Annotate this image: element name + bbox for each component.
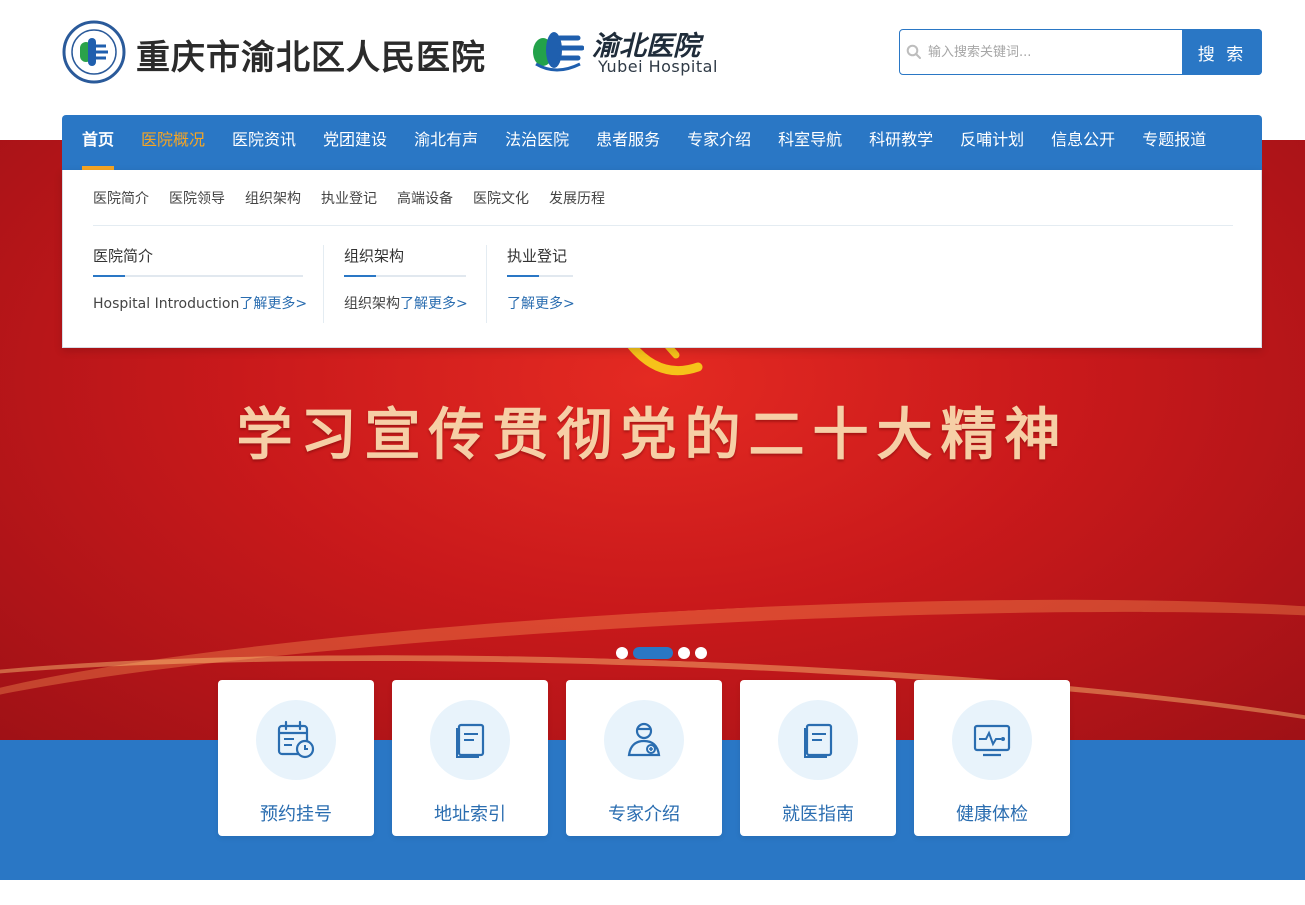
column-desc-text: Hospital Introduction bbox=[93, 296, 240, 312]
guide-book-icon bbox=[804, 723, 833, 758]
carousel-dot[interactable] bbox=[695, 647, 707, 659]
card-label: 预约挂号 bbox=[260, 804, 332, 825]
column-underline bbox=[507, 275, 573, 277]
nav-item-research[interactable]: 科研教学 bbox=[856, 115, 947, 170]
logo-english-name: Yubei Hospital bbox=[598, 57, 718, 76]
sub-link-leadership[interactable]: 医院领导 bbox=[169, 188, 225, 208]
nav-item-news[interactable]: 医院资讯 bbox=[219, 115, 310, 170]
hospital-name: 重庆市渝北区人民医院 bbox=[136, 38, 486, 78]
card-label: 地址索引 bbox=[434, 804, 506, 825]
site-header: 重庆市渝北区人民医院 渝北医院 Yubei Hospital 搜 索 bbox=[0, 0, 1305, 115]
document-icon bbox=[456, 723, 485, 758]
column-title: 执业登记 bbox=[507, 247, 568, 265]
carousel-dot[interactable] bbox=[616, 647, 628, 659]
hospital-logo-mark-icon bbox=[533, 32, 584, 72]
quick-link-address[interactable]: 地址索引 bbox=[392, 680, 548, 836]
sub-link-culture[interactable]: 医院文化 bbox=[473, 188, 529, 208]
search-input[interactable] bbox=[928, 36, 1178, 68]
calendar-clock-icon bbox=[277, 720, 315, 759]
dropdown-sub-links: 医院简介 医院领导 组织架构 执业登记 高端设备 医院文化 发展历程 bbox=[93, 188, 605, 208]
dropdown-divider bbox=[93, 225, 1233, 226]
column-underline bbox=[344, 275, 466, 277]
quick-links: 预约挂号 地址索引 专家介绍 就医指南 健康体检 bbox=[218, 680, 1070, 836]
nav-item-experts[interactable]: 专家介绍 bbox=[674, 115, 765, 170]
quick-link-appointment[interactable]: 预约挂号 bbox=[218, 680, 374, 836]
sub-link-equipment[interactable]: 高端设备 bbox=[397, 188, 453, 208]
column-underline bbox=[93, 275, 303, 277]
nav-item-rule-of-law[interactable]: 法治医院 bbox=[492, 115, 583, 170]
quick-link-experts[interactable]: 专家介绍 bbox=[566, 680, 722, 836]
nav-item-disclosure[interactable]: 信息公开 bbox=[1038, 115, 1129, 170]
hospital-seal-icon[interactable] bbox=[62, 20, 126, 84]
card-icon-circle bbox=[430, 700, 510, 780]
carousel-dot[interactable] bbox=[678, 647, 690, 659]
search-button[interactable]: 搜 索 bbox=[1182, 29, 1262, 75]
nav-item-feedback-plan[interactable]: 反哺计划 bbox=[947, 115, 1038, 170]
nav-item-special-reports[interactable]: 专题报道 bbox=[1129, 115, 1220, 170]
card-icon-circle bbox=[952, 700, 1032, 780]
search-icon bbox=[906, 44, 921, 59]
column-description: 了解更多> bbox=[507, 293, 575, 313]
carousel-dots bbox=[616, 647, 707, 659]
card-icon-circle bbox=[604, 700, 684, 780]
dropdown-column-registration: 执业登记 了解更多> bbox=[507, 245, 575, 313]
card-label: 健康体检 bbox=[956, 804, 1028, 825]
nav-item-patient-service[interactable]: 患者服务 bbox=[583, 115, 674, 170]
dropdown-column-introduction: 医院简介 Hospital Introduction了解更多> bbox=[93, 245, 307, 313]
nav-item-home[interactable]: 首页 bbox=[62, 115, 128, 170]
column-separator bbox=[486, 245, 487, 323]
column-title: 组织架构 bbox=[344, 247, 405, 265]
banner-title: 学习宣传贯彻党的二十大精神 bbox=[236, 402, 1069, 468]
monitor-pulse-icon bbox=[973, 724, 1011, 757]
main-nav: 首页 医院概况 医院资讯 党团建设 渝北有声 法治医院 患者服务 专家介绍 科室… bbox=[62, 115, 1262, 170]
quick-link-guide[interactable]: 就医指南 bbox=[740, 680, 896, 836]
sub-link-history[interactable]: 发展历程 bbox=[549, 188, 605, 208]
nav-item-voice[interactable]: 渝北有声 bbox=[401, 115, 492, 170]
sub-link-organization[interactable]: 组织架构 bbox=[245, 188, 301, 208]
card-icon-circle bbox=[256, 700, 336, 780]
quick-link-checkup[interactable]: 健康体检 bbox=[914, 680, 1070, 836]
card-label: 专家介绍 bbox=[608, 804, 680, 825]
nav-item-party[interactable]: 党团建设 bbox=[310, 115, 401, 170]
dropdown-column-organization: 组织架构 组织架构了解更多> bbox=[344, 245, 468, 313]
column-description: 组织架构了解更多> bbox=[344, 293, 468, 313]
sub-link-introduction[interactable]: 医院简介 bbox=[93, 188, 149, 208]
nav-item-departments[interactable]: 科室导航 bbox=[765, 115, 856, 170]
sub-link-registration[interactable]: 执业登记 bbox=[321, 188, 377, 208]
column-description: Hospital Introduction了解更多> bbox=[93, 293, 307, 313]
learn-more-link[interactable]: 了解更多> bbox=[507, 296, 575, 312]
column-separator bbox=[323, 245, 324, 323]
carousel-dot-active[interactable] bbox=[633, 647, 673, 659]
learn-more-link[interactable]: 了解更多> bbox=[400, 296, 468, 312]
column-desc-text: 组织架构 bbox=[344, 296, 400, 312]
overview-dropdown: 医院简介 医院领导 组织架构 执业登记 高端设备 医院文化 发展历程 医院简介 … bbox=[62, 170, 1262, 348]
card-icon-circle bbox=[778, 700, 858, 780]
learn-more-link[interactable]: 了解更多> bbox=[239, 296, 307, 312]
column-title: 医院简介 bbox=[93, 247, 154, 265]
card-label: 就医指南 bbox=[782, 804, 854, 825]
doctor-icon bbox=[627, 722, 661, 757]
nav-item-overview[interactable]: 医院概况 bbox=[128, 115, 219, 170]
